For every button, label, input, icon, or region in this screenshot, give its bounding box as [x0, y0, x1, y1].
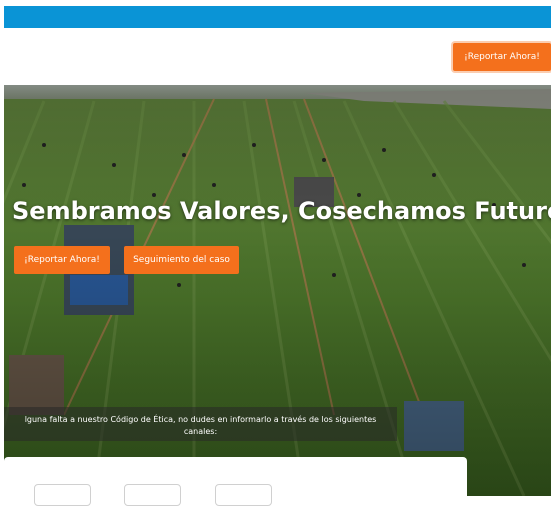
channels-card [4, 457, 467, 506]
hero-title: Sembramos Valores, Cosechamos Futuro [12, 197, 551, 225]
top-color-bar [4, 6, 551, 28]
case-followup-button[interactable]: Seguimiento del caso [124, 246, 239, 274]
report-now-button[interactable]: ¡Reportar Ahora! [14, 246, 110, 274]
hero-banner: Sembramos Valores, Cosechamos Futuro ¡Re… [4, 85, 551, 496]
site-header: ¡Reportar Ahora! [4, 28, 551, 85]
info-text-line2: canales: [183, 427, 218, 436]
info-strip: lguna falta a nuestro Código de Ética, n… [4, 407, 397, 441]
channel-tile-2[interactable] [124, 484, 181, 506]
channel-tile-1[interactable] [34, 484, 91, 506]
channel-tile-3[interactable] [215, 484, 272, 506]
info-text-line1: lguna falta a nuestro Código de Ética, n… [24, 415, 377, 424]
header-report-button[interactable]: ¡Reportar Ahora! [453, 43, 551, 71]
